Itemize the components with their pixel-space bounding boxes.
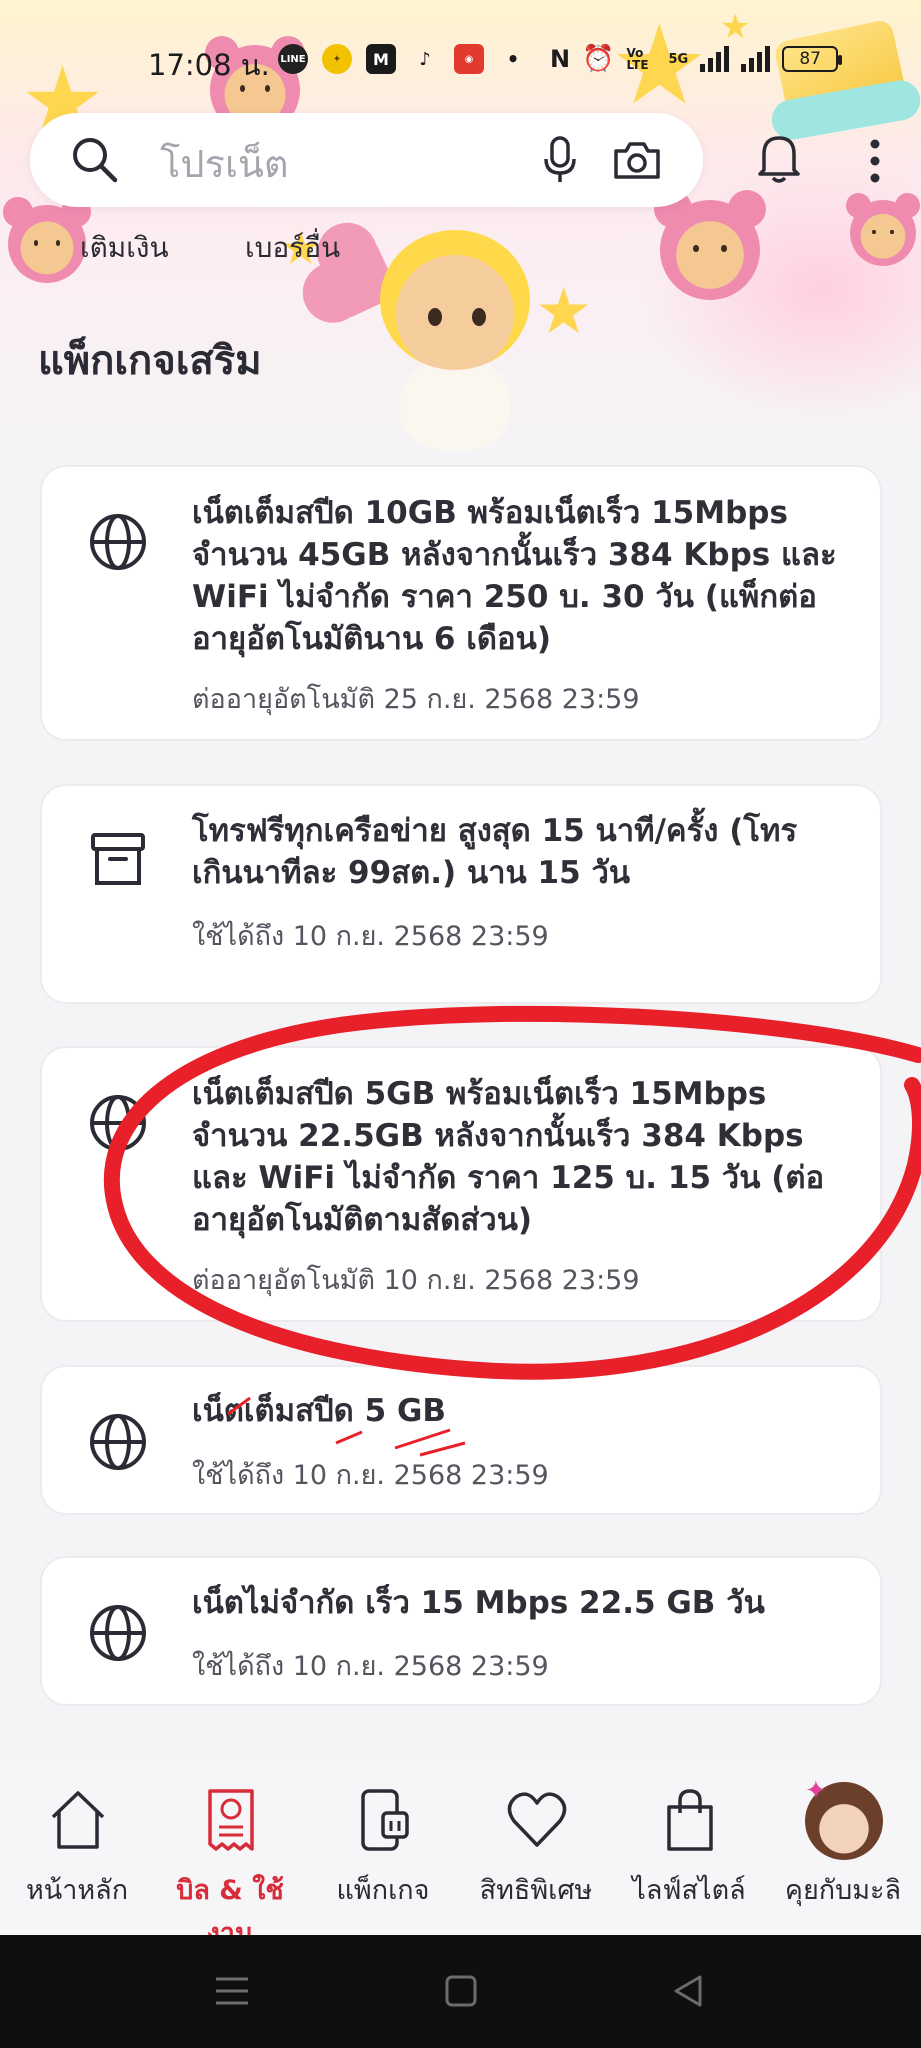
- archive-box-icon: [91, 833, 145, 885]
- package-card[interactable]: เน็ตเต็มสปีด 5 GB ใช้ได้ถึง 10 ก.ย. 2568…: [40, 1365, 882, 1515]
- dot-icon: •: [506, 47, 520, 71]
- home-square-icon[interactable]: [441, 1971, 481, 2011]
- package-card[interactable]: เน็ตเต็มสปีด 10GB พร้อมเน็ตเร็ว 15Mbps จ…: [40, 465, 882, 741]
- search-input[interactable]: โปรเน็ต: [160, 133, 289, 194]
- battery-level: 87: [799, 49, 821, 69]
- globe-icon: [90, 1414, 146, 1470]
- package-phone-icon: [361, 1789, 409, 1851]
- section-title: แพ็กเกจเสริม: [38, 338, 262, 384]
- package-expiry: ต่ออายุอัตโนมัติ 10 ก.ย. 2568 23:59: [192, 1265, 640, 1296]
- home-icon: [51, 1791, 105, 1849]
- shopping-bag-icon: [667, 1789, 713, 1851]
- topup-link[interactable]: เติมเงิน: [80, 226, 169, 270]
- bear-mascot-icon: [654, 190, 766, 300]
- nav-bill-usage[interactable]: บิล & ใช้งาน: [155, 1760, 305, 1949]
- nav-label: สิทธิพิเศษ: [479, 1875, 593, 1906]
- package-expiry: ต่ออายุอัตโนมัติ 25 ก.ย. 2568 23:59: [192, 684, 640, 715]
- back-triangle-icon[interactable]: [668, 1971, 708, 2011]
- signal-icon: [700, 46, 730, 72]
- nav-label: คุยกับมะลิ: [784, 1875, 902, 1906]
- notification-icons: LINE ✦ M ♪ ◉ •: [278, 44, 528, 74]
- bill-icon: [208, 1789, 254, 1851]
- globe-icon: [90, 514, 146, 570]
- bottom-navigation: หน้าหลัก บิล & ใช้งาน แพ็กเกจ สิทธิพิเศษ…: [0, 1760, 921, 1949]
- food-app-icon: ◉: [454, 44, 484, 74]
- package-card-highlighted[interactable]: เน็ตเต็มสปีด 5GB พร้อมเน็ตเร็ว 15Mbps จำ…: [40, 1046, 882, 1322]
- camera-icon[interactable]: [612, 139, 662, 181]
- microphone-icon[interactable]: [540, 135, 580, 185]
- bear-mascot-main-icon: [360, 220, 550, 450]
- package-expiry: ใช้ได้ถึง 10 ก.ย. 2568 23:59: [192, 921, 549, 952]
- notification-bell-icon[interactable]: [756, 130, 802, 184]
- tiktok-shop-icon: ♪: [419, 48, 431, 70]
- package-expiry: ใช้ได้ถึง 10 ก.ย. 2568 23:59: [192, 1651, 549, 1682]
- package-title: เน็ตเต็มสปีด 5 GB: [192, 1393, 447, 1429]
- nfc-icon: N: [550, 45, 571, 73]
- globe-icon: [90, 1095, 146, 1151]
- line-app-icon: LINE: [278, 44, 308, 74]
- status-bar: 17:08 น. LINE ✦ M ♪ ◉ • N ⏰ Vo LTE 5G 87: [0, 40, 921, 84]
- package-card[interactable]: เน็ตไม่จำกัด เร็ว 15 Mbps 22.5 GB วัน ใช…: [40, 1556, 882, 1706]
- network-type: 5G: [668, 51, 689, 67]
- krungsri-app-icon: ✦: [322, 44, 352, 74]
- alarm-icon: ⏰: [582, 44, 615, 74]
- star-icon: ★: [720, 7, 751, 47]
- package-title: โทรฟรีทุกเครือข่าย สูงสุด 15 นาที/ครั้ง …: [192, 813, 798, 891]
- signal-icon-2: [741, 46, 771, 72]
- nav-label: หน้าหลัก: [25, 1875, 129, 1906]
- search-bar[interactable]: โปรเน็ต: [30, 113, 703, 207]
- globe-icon: [90, 1605, 146, 1661]
- nav-package[interactable]: แพ็กเกจ: [308, 1760, 458, 1935]
- package-card[interactable]: โทรฟรีทุกเครือข่าย สูงสุด 15 นาที/ครั้ง …: [40, 784, 882, 1004]
- sparkle-icon: ✦: [805, 1776, 827, 1806]
- heart-icon: [507, 1792, 567, 1847]
- nav-label: แพ็กเกจ: [336, 1875, 430, 1906]
- more-options-icon[interactable]: [860, 136, 890, 186]
- bear-mascot-icon: [3, 197, 91, 283]
- search-icon: [73, 138, 118, 183]
- nav-label: ไลฟ์สไตล์: [632, 1875, 746, 1906]
- bear-mascot-icon: [846, 193, 920, 266]
- system-navigation-bar: [0, 1935, 921, 2048]
- package-title: เน็ตเต็มสปีด 10GB พร้อมเน็ตเร็ว 15Mbps จ…: [192, 495, 837, 657]
- package-title: เน็ตไม่จำกัด เร็ว 15 Mbps 22.5 GB วัน: [192, 1585, 765, 1621]
- nav-lifestyle[interactable]: ไลฟ์สไตล์: [614, 1760, 764, 1935]
- other-number-link[interactable]: เบอร์อื่น: [245, 226, 340, 270]
- m-app-icon: M: [366, 44, 396, 74]
- battery-icon: 87: [782, 46, 843, 72]
- nav-home[interactable]: หน้าหลัก: [2, 1760, 152, 1935]
- menu-icon[interactable]: [212, 1971, 252, 2011]
- system-status-icons: N ⏰ Vo LTE 5G 87: [550, 44, 843, 74]
- package-expiry: ใช้ได้ถึง 10 ก.ย. 2568 23:59: [192, 1460, 549, 1491]
- status-time: 17:08 น.: [148, 48, 270, 82]
- nav-privileges[interactable]: สิทธิพิเศษ: [461, 1760, 611, 1935]
- package-title: เน็ตเต็มสปีด 5GB พร้อมเน็ตเร็ว 15Mbps จำ…: [192, 1076, 825, 1238]
- volte-icon: Vo LTE: [626, 46, 649, 72]
